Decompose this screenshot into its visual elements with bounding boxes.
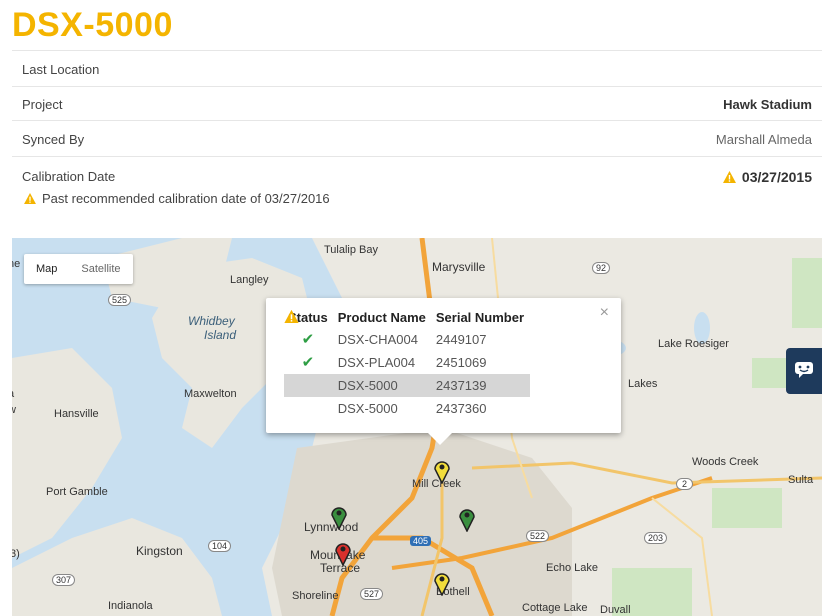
synced-by-row: Synced By Marshall Almeda xyxy=(12,120,822,156)
route-203-shield: 203 xyxy=(644,532,668,544)
product-name-cell: DSX-5000 xyxy=(337,400,398,416)
calibration-value-wrap: 03/27/2015 xyxy=(722,169,812,185)
calibration-row: Calibration Date 03/27/2015 Past recomme… xyxy=(12,156,822,216)
route-104-shield: 104 xyxy=(208,540,232,552)
calibration-value: 03/27/2015 xyxy=(741,169,812,185)
map-label-whidbey: Whidbey xyxy=(188,314,235,328)
last-location-label: Last Location xyxy=(22,62,100,77)
map-label-edge-a: a xyxy=(12,388,14,400)
map-type-control: Map Satellite xyxy=(24,254,133,284)
map-label-cottage-lake: Cottage Lake xyxy=(522,602,588,614)
synced-by-value: Marshall Almeda xyxy=(715,132,812,147)
map-label-hansville: Hansville xyxy=(54,408,99,420)
route-307-shield: 307 xyxy=(52,574,76,586)
synced-by-label: Synced By xyxy=(22,132,85,147)
status-cell: ✔ xyxy=(284,351,334,374)
chat-icon xyxy=(795,362,813,378)
route-522-shield: 522 xyxy=(526,530,550,542)
map-label-indianola: Indianola xyxy=(108,600,153,612)
table-row[interactable]: ✔ DSX-PLA004 2451069 xyxy=(284,351,530,374)
warning-icon xyxy=(24,193,36,204)
map-label-langley: Langley xyxy=(230,274,269,286)
serial-number-header: Serial Number xyxy=(435,310,525,325)
park-1 xyxy=(792,258,822,328)
lynnwood-marker[interactable] xyxy=(330,504,348,530)
map-label-edge-ne: ne xyxy=(12,258,21,270)
map-label-island: Island xyxy=(204,328,237,342)
warning-icon xyxy=(284,310,299,323)
device-table-header: Status Product Name Serial Number xyxy=(284,310,530,328)
route-525-shield: 525 xyxy=(108,294,132,306)
status-cell xyxy=(284,310,334,397)
route-527-shield: 527 xyxy=(360,588,384,600)
serial-number-cell: 2449107 xyxy=(435,331,487,347)
map-label-kingston: Kingston xyxy=(136,544,183,558)
map-label-echo-lake: Echo Lake xyxy=(546,562,598,574)
info-window: × Status Product Name Serial Number ✔ DS… xyxy=(266,298,621,445)
mill-creek-marker[interactable] xyxy=(433,458,451,484)
map-label-edge-w: w xyxy=(12,404,16,416)
route-2-shield: 2 xyxy=(676,478,694,490)
east-lynnwood-marker[interactable] xyxy=(458,506,476,532)
check-icon: ✔ xyxy=(301,354,315,371)
map[interactable]: ne Tulalip Bay Marysville Langley Whidbe… xyxy=(12,238,822,616)
serial-number-cell: 2437139 xyxy=(431,374,531,397)
product-name-cell: DSX-5000 xyxy=(333,374,432,397)
status-cell xyxy=(284,310,334,420)
serial-number-cell: 2437360 xyxy=(435,400,487,416)
product-name-cell: DSX-CHA004 xyxy=(337,331,418,347)
map-label-edge-3: 3) xyxy=(12,548,20,560)
route-405-shield: 405 xyxy=(410,536,432,546)
chat-button[interactable] xyxy=(786,348,822,394)
status-cell: ✔ xyxy=(284,328,334,351)
route-92-shield: 92 xyxy=(592,262,611,274)
map-label-shoreline: Shoreline xyxy=(292,590,339,602)
map-label-port-gamble: Port Gamble xyxy=(46,486,108,498)
project-value: Hawk Stadium xyxy=(723,97,812,112)
serial-number-cell: 2451069 xyxy=(435,354,487,370)
bothell-marker[interactable] xyxy=(433,570,451,596)
project-row: Project Hawk Stadium xyxy=(12,86,822,120)
warning-icon xyxy=(722,171,736,183)
calibration-warning-text: Past recommended calibration date of 03/… xyxy=(42,191,330,206)
product-name-header: Product Name xyxy=(337,310,426,325)
map-label-duvall: Duvall xyxy=(600,604,631,616)
map-label-tulalip-bay: Tulalip Bay xyxy=(324,244,379,256)
project-label: Project xyxy=(22,97,63,112)
check-icon: ✔ xyxy=(301,331,315,348)
map-label-woods-creek: Woods Creek xyxy=(692,456,759,468)
map-label-lakes: Lakes xyxy=(628,378,658,390)
page-title: DSX-5000 xyxy=(12,6,173,44)
product-name-cell: DSX-PLA004 xyxy=(337,354,416,370)
close-icon[interactable]: × xyxy=(600,304,609,322)
map-type-satellite-button[interactable]: Satellite xyxy=(69,254,132,284)
table-row[interactable]: DSX-5000 2437139 xyxy=(284,310,531,397)
table-row[interactable]: DSX-5000 2437360 xyxy=(284,310,530,420)
park-3 xyxy=(712,488,782,528)
calibration-label: Calibration Date xyxy=(22,169,116,184)
map-label-marysville: Marysville xyxy=(432,260,486,274)
device-table: Status Product Name Serial Number ✔ DSX-… xyxy=(284,310,531,420)
map-type-map-button[interactable]: Map xyxy=(24,254,69,284)
map-label-lake-roesiger: Lake Roesiger xyxy=(658,338,729,350)
calibration-warning: Past recommended calibration date of 03/… xyxy=(24,191,330,206)
last-location-row: Last Location xyxy=(12,50,822,86)
map-label-sultan: Sulta xyxy=(788,474,814,486)
western-land xyxy=(12,348,122,558)
mountlake-marker[interactable] xyxy=(334,540,352,566)
table-row[interactable]: ✔ DSX-CHA004 2449107 xyxy=(284,328,530,351)
map-label-maxwelton: Maxwelton xyxy=(184,388,237,400)
